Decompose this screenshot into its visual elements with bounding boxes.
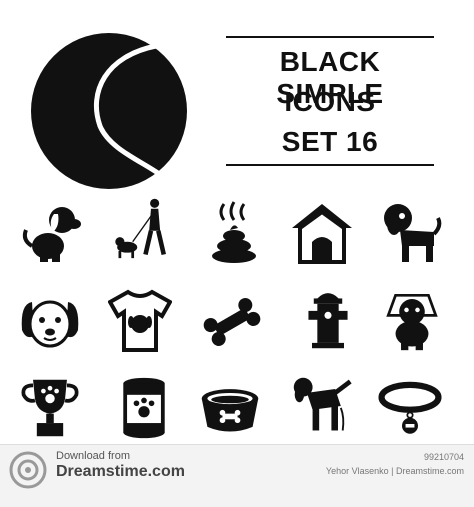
dog-with-cone-icon [386, 293, 438, 351]
dreamstime-logo-icon [9, 451, 47, 489]
icon-set-poster: BLACK SIMPLE ICONS SET 16 Download from … [0, 0, 474, 507]
title-line-3: SET 16 [281, 126, 379, 157]
dog-print-tshirt-icon [108, 289, 172, 352]
dog-bone-icon [203, 298, 261, 346]
dog-face-icon [21, 300, 79, 348]
title-bottom-rule [226, 164, 434, 166]
tennis-ball-icon [31, 33, 187, 189]
sitting-puppy-icon [22, 207, 81, 262]
watermark-credit: Yehor Vlasenko | Dreamstime.com [325, 466, 464, 476]
dog-bowl-icon [201, 389, 259, 432]
dog-walker-icon [115, 198, 166, 259]
title-line-2: ICONS [284, 86, 376, 117]
dog-poop-icon [212, 201, 256, 263]
paw-trophy-icon [21, 379, 79, 437]
watermark-download-from: Download from [56, 450, 130, 462]
dog-house-icon [292, 204, 352, 264]
watermark-id: 99210704 [423, 452, 464, 462]
standing-dog-icon [384, 204, 442, 262]
pet-food-can-icon [123, 377, 165, 439]
title-top-rule [226, 36, 434, 38]
watermark-site: Dreamstime.com [56, 463, 185, 480]
peeing-dog-icon [293, 377, 352, 431]
dog-collar-icon [378, 381, 442, 434]
fire-hydrant-icon [308, 293, 348, 349]
